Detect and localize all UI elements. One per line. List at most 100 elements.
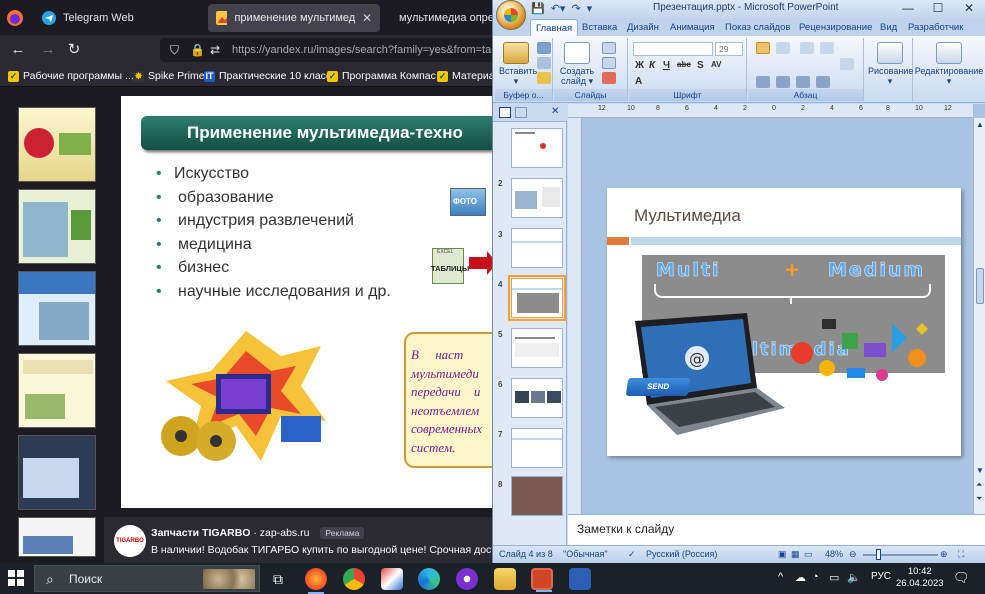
redo-icon[interactable]: ↷: [571, 2, 580, 15]
image-preview[interactable]: Применение мультимедиа-техно Искусство о…: [121, 96, 496, 508]
slideshow-view-icon[interactable]: ▭: [804, 549, 813, 560]
tab-review[interactable]: Рецензирование: [794, 19, 877, 36]
zoom-level[interactable]: 48%: [825, 549, 843, 559]
volume-icon[interactable]: 🔈: [847, 571, 861, 584]
maximize-icon[interactable]: ☐: [923, 0, 953, 18]
slide-thumb-2[interactable]: [511, 178, 563, 218]
slide-thumb-3[interactable]: [511, 228, 563, 268]
media-player-taskbar-icon[interactable]: [456, 568, 478, 590]
edge-taskbar-icon[interactable]: [418, 568, 440, 590]
align-center-icon[interactable]: [776, 76, 790, 88]
thumbnail-image[interactable]: [18, 271, 96, 346]
delete-slide-icon[interactable]: [602, 72, 616, 84]
word-taskbar-icon[interactable]: [569, 568, 591, 590]
close-tab-icon[interactable]: ✕: [362, 11, 372, 25]
tab-insert[interactable]: Вставка: [577, 19, 622, 36]
underline-button[interactable]: Ч: [663, 60, 670, 71]
bookmark-item[interactable]: ✓ Программа Компас: [327, 68, 436, 84]
ad-banner[interactable]: TIGARBO Запчасти TIGARBO · zap-abs.ru Ре…: [104, 517, 507, 563]
normal-view-icon[interactable]: ▣: [778, 549, 787, 560]
chrome-taskbar-icon[interactable]: [343, 568, 365, 590]
spellcheck-icon[interactable]: ✓: [628, 549, 636, 560]
undo-icon[interactable]: ↶▾: [551, 2, 566, 15]
prev-slide-icon[interactable]: ⏶: [976, 480, 982, 490]
numbering-icon[interactable]: [776, 42, 790, 54]
scroll-thumb[interactable]: [976, 268, 984, 304]
editing-button[interactable]: Редактирование ▾: [914, 42, 984, 86]
fit-window-icon[interactable]: ⛶: [958, 549, 964, 560]
slides-tab-icon[interactable]: [499, 107, 511, 118]
clock[interactable]: 10:42 26.04.2023: [896, 566, 944, 590]
close-icon[interactable]: ✕: [954, 0, 984, 18]
close-pane-icon[interactable]: ✕: [551, 106, 559, 117]
thumbnail-image[interactable]: [18, 107, 96, 182]
justify-icon[interactable]: [816, 76, 830, 88]
bold-button[interactable]: Ж: [635, 60, 644, 71]
text-direction-icon[interactable]: [840, 58, 854, 70]
firefox-menu-icon[interactable]: [0, 4, 30, 32]
format-painter-icon[interactable]: [537, 72, 551, 84]
thumbnail-image[interactable]: [18, 189, 96, 264]
bullets-icon[interactable]: [756, 42, 770, 54]
slide-thumb-4[interactable]: [508, 275, 566, 321]
reload-icon[interactable]: ↻: [64, 40, 84, 60]
slide-thumb-8[interactable]: [511, 476, 563, 516]
language-status[interactable]: Русский (Россия): [646, 549, 717, 559]
office-button[interactable]: [496, 0, 526, 30]
drawing-app-taskbar-icon[interactable]: [381, 568, 403, 590]
decrease-indent-icon[interactable]: [800, 42, 814, 54]
outline-tab-icon[interactable]: [515, 107, 527, 118]
firefox-taskbar-icon[interactable]: [305, 568, 327, 594]
notes-pane[interactable]: Заметки к слайду: [568, 514, 985, 545]
powerpoint-taskbar-icon[interactable]: [531, 568, 553, 592]
notifications-icon[interactable]: 🗨: [953, 570, 970, 586]
sorter-view-icon[interactable]: ▦: [791, 549, 800, 560]
spacing-button[interactable]: AV: [711, 60, 722, 69]
battery-icon[interactable]: ▭: [829, 571, 839, 584]
file-explorer-taskbar-icon[interactable]: [494, 568, 516, 590]
slide-thumb-6[interactable]: [511, 378, 563, 418]
font-color-button[interactable]: A: [635, 76, 642, 87]
customize-icon[interactable]: ▾: [587, 2, 593, 15]
reset-icon[interactable]: [602, 57, 616, 69]
tab-yandex-images[interactable]: применение мультимедийны ✕: [208, 4, 380, 32]
tab-animation[interactable]: Анимация: [665, 19, 720, 36]
tab-design[interactable]: Дизайн: [622, 19, 664, 36]
new-slide-button[interactable]: Создать слайд ▾: [558, 42, 596, 86]
forward-icon[interactable]: →: [38, 40, 58, 60]
tab-view[interactable]: Вид: [875, 19, 902, 36]
italic-button[interactable]: К: [649, 60, 655, 71]
layout-icon[interactable]: [602, 42, 616, 54]
thumbnail-image[interactable]: [18, 435, 96, 510]
slide-title[interactable]: Мультимедиа: [634, 206, 741, 226]
zoom-in-icon[interactable]: ⊕: [940, 549, 948, 560]
bookmark-item[interactable]: ✸ Spike Prime: [133, 68, 205, 84]
tab-slideshow[interactable]: Показ слайдов: [720, 19, 795, 36]
strikethrough-button[interactable]: abc: [677, 60, 691, 69]
scroll-up-icon[interactable]: ▲: [976, 120, 984, 129]
font-name-combo[interactable]: [633, 42, 713, 56]
slide-thumb-1[interactable]: [511, 128, 563, 168]
increase-indent-icon[interactable]: [820, 42, 834, 54]
zoom-slider-thumb[interactable]: [876, 549, 881, 560]
thumbnail-image[interactable]: [18, 353, 96, 428]
zoom-slider[interactable]: [863, 549, 938, 560]
shadow-button[interactable]: S: [697, 60, 704, 71]
align-right-icon[interactable]: [796, 76, 810, 88]
tab-home[interactable]: Главная: [530, 19, 579, 36]
tab-developer[interactable]: Разработчик: [903, 19, 968, 36]
slide-thumb-7[interactable]: [511, 428, 563, 468]
tray-overflow-icon[interactable]: ^: [778, 571, 783, 583]
cloud-icon[interactable]: ☁: [795, 571, 806, 584]
vertical-scrollbar[interactable]: ▲ ▼ ⏶ ⏷: [973, 118, 985, 514]
copy-icon[interactable]: [537, 57, 551, 69]
minimize-icon[interactable]: —: [893, 0, 923, 18]
tab-telegram[interactable]: Telegram Web: [34, 4, 204, 32]
current-slide[interactable]: Мультимедиа Multi + Medium Multimedia @ …: [607, 188, 961, 456]
font-size-combo[interactable]: 29: [715, 42, 743, 56]
thumbnail-image[interactable]: [18, 517, 96, 557]
scroll-down-icon[interactable]: ▼: [976, 466, 984, 475]
save-icon[interactable]: 💾: [531, 2, 545, 15]
next-slide-icon[interactable]: ⏷: [976, 494, 982, 504]
tab-yandex[interactable]: Я мультимедиа опред: [384, 4, 492, 32]
